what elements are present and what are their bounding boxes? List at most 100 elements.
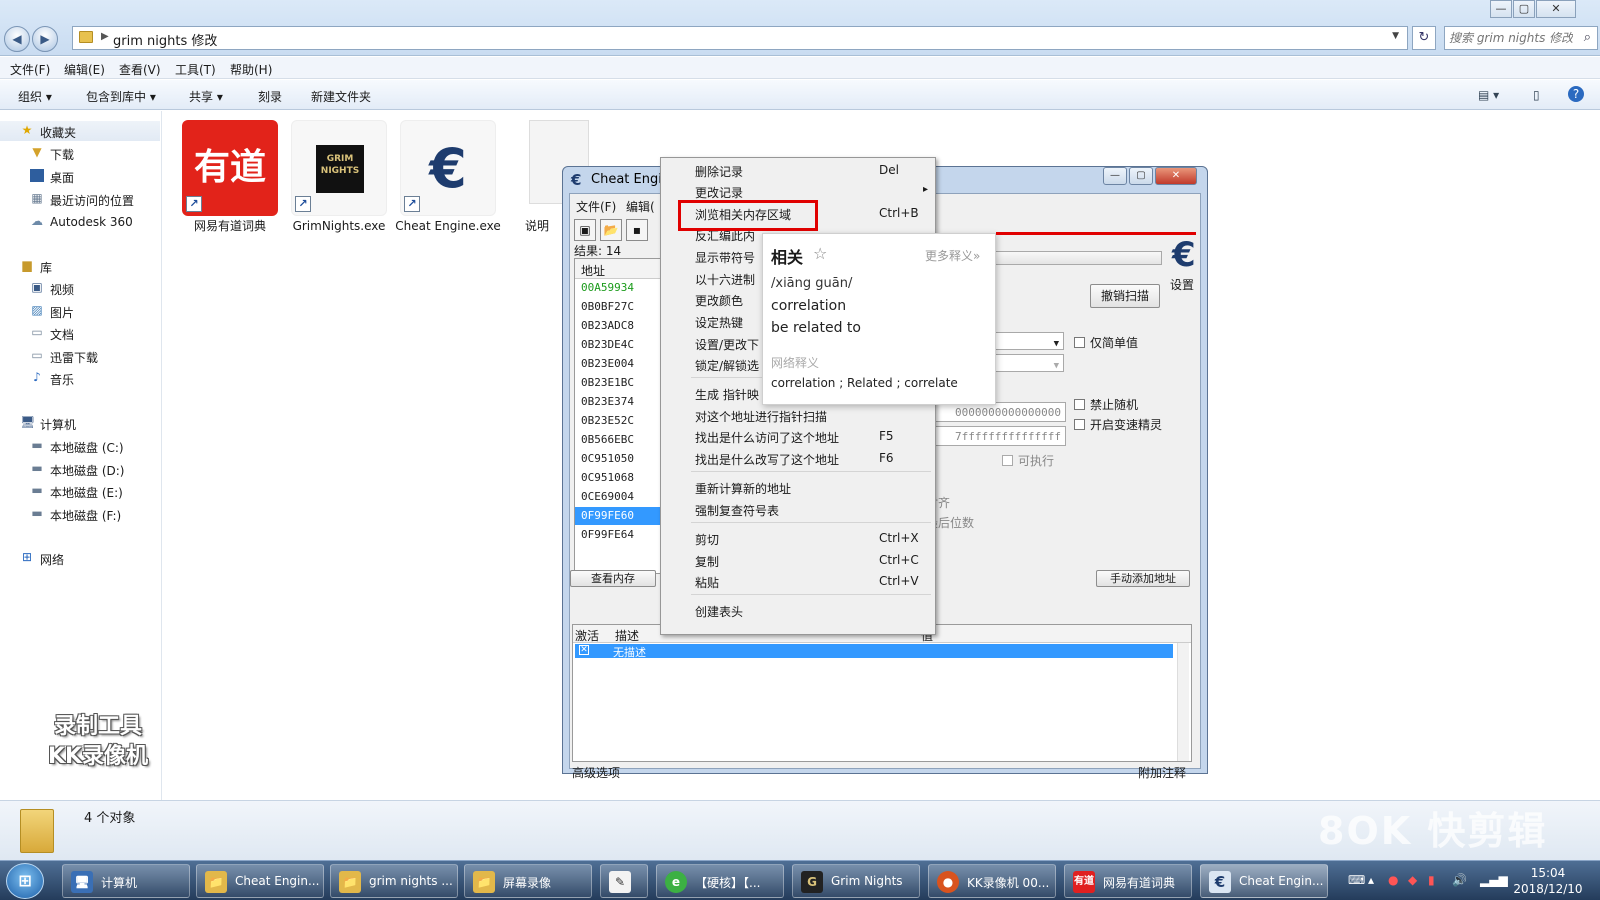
clock[interactable]: 15:04 2018/12/10 (1510, 865, 1586, 897)
close-button[interactable]: ✕ (1536, 0, 1576, 18)
menu-view[interactable]: 查看(V) (119, 61, 161, 78)
chevron-down-icon[interactable]: ▼ (1392, 31, 1399, 41)
menu-item-delete[interactable]: 删除记录 Del (661, 160, 935, 180)
taskbar-item-grim-nights[interactable]: G Grim Nights (792, 864, 920, 898)
table-comments-button[interactable]: 附加注释 (1138, 764, 1186, 781)
nav-item-drive-f[interactable]: ▬ 本地磁盘 (F:) (0, 504, 160, 524)
file-grimnights[interactable]: GRIM NIGHTS ↗ GrimNights.exe (291, 120, 387, 250)
keyboard-icon[interactable]: ⌨ (1348, 873, 1365, 887)
advanced-options-button[interactable]: 高级选项 (572, 764, 620, 781)
no-random-checkbox[interactable]: 禁止随机 (1074, 396, 1138, 413)
executable-checkbox[interactable]: 可执行 (1002, 452, 1054, 469)
new-folder-button[interactable]: 新建文件夹 (311, 88, 371, 105)
nav-item-desktop[interactable]: 桌面 (0, 166, 160, 186)
nav-item-drive-d[interactable]: ▬ 本地磁盘 (D:) (0, 459, 160, 479)
include-in-library-button[interactable]: 包含到库中 ▾ (86, 88, 156, 105)
network-signal-icon[interactable]: ▂▄▆ (1480, 873, 1508, 887)
taskbar-item-youdao[interactable]: 有道 网易有道词典 (1064, 864, 1192, 898)
process-select-button[interactable]: ▣ (574, 219, 596, 241)
menu-item-create-header[interactable]: 创建表头 (661, 600, 935, 620)
open-table-button[interactable]: 📂 (600, 219, 622, 241)
nav-item-downloads[interactable]: ▼ 下载 (0, 143, 160, 163)
menu-item-paste[interactable]: 粘贴 Ctrl+V (661, 571, 935, 591)
nav-item-drive-c[interactable]: ▬ 本地磁盘 (C:) (0, 436, 160, 456)
preview-pane-icon[interactable]: ▯ (1533, 88, 1540, 102)
nav-computer[interactable]: 🖥 计算机 (0, 413, 160, 433)
volume-icon[interactable]: 🔊 (1452, 873, 1467, 887)
address-row[interactable]: 0B23E004 (575, 355, 663, 373)
menu-edit[interactable]: 编辑(E) (64, 61, 105, 78)
taskbar-item-kk-recorder[interactable]: ● KK录像机 00... (928, 864, 1056, 898)
address-row[interactable]: 0B0BF27C (575, 298, 663, 316)
address-row-selected[interactable]: 0F99FE60 (575, 507, 663, 525)
checkbox-box[interactable] (1074, 419, 1085, 430)
checkbox-box[interactable] (1002, 455, 1013, 466)
value-type-select[interactable]: ▼ (990, 332, 1064, 350)
address-row[interactable]: 0C951068 (575, 469, 663, 487)
address-row[interactable]: 0B23ADC8 (575, 317, 663, 335)
nav-item-recent[interactable]: ▦ 最近访问的位置 (0, 189, 160, 209)
view-memory-button[interactable]: 查看内存 (570, 570, 656, 587)
more-definitions-link[interactable]: 更多释义» (925, 247, 980, 264)
start-address-field[interactable]: 0000000000000000 (930, 402, 1066, 422)
taskbar-item-notepad[interactable]: ✎ (600, 864, 648, 898)
breadcrumb-arrow-icon[interactable]: ▶ (101, 31, 109, 42)
menu-item-find-access[interactable]: 找出是什么访问了这个地址 F5 (661, 426, 935, 446)
maximize-button[interactable]: ▢ (1129, 167, 1153, 185)
address-list[interactable]: 地址 00A59934 0B0BF27C 0B23ADC8 0B23DE4C 0… (574, 258, 663, 574)
taskbar-item-ce-folder[interactable]: 📁 Cheat Engin... (196, 864, 324, 898)
address-row[interactable]: 00A59934 (575, 279, 663, 297)
only-simple-checkbox[interactable]: 仅简单值 (1074, 334, 1138, 351)
nav-item-music[interactable]: ♪ 音乐 (0, 368, 160, 388)
nav-item-xunlei[interactable]: ▭ 迅雷下载 (0, 346, 160, 366)
minimize-button[interactable]: — (1103, 167, 1127, 185)
table-row[interactable]: ✕ 无描述 (575, 644, 1173, 659)
save-table-button[interactable]: ▪ (626, 219, 648, 241)
settings-link[interactable]: 设置 (1170, 276, 1194, 293)
search-icon[interactable]: ⌕ (1584, 30, 1591, 45)
menu-item-pointer-scan[interactable]: 对这个地址进行指针扫描 (661, 405, 935, 425)
checkbox-box[interactable] (1074, 399, 1085, 410)
taskbar-item-screen-record[interactable]: 📁 屏幕录像 (464, 864, 592, 898)
search-input[interactable] (1449, 30, 1573, 46)
address-row[interactable]: 0B23E1BC (575, 374, 663, 392)
col-active[interactable]: 激活 (575, 627, 599, 644)
star-icon[interactable]: ☆ (813, 244, 827, 263)
burn-button[interactable]: 刻录 (258, 88, 282, 105)
cheat-table[interactable]: 激活 描述 值 ✕ 无描述 (572, 624, 1192, 762)
cheat-engine-logo-icon[interactable]: € (1172, 238, 1196, 272)
menu-item-recheck-symbols[interactable]: 强制复查符号表 (661, 499, 935, 519)
address-bar[interactable]: ▶ grim nights 修改 ▼ (72, 26, 1408, 50)
tray-expand-icon[interactable]: ▴ (1368, 873, 1374, 887)
ce-menu-edit[interactable]: 编辑( (626, 198, 655, 215)
file-cheat-engine[interactable]: € ↗ Cheat Engine.exe (395, 120, 501, 250)
col-description[interactable]: 描述 (615, 627, 639, 644)
menu-item-find-write[interactable]: 找出是什么改写了这个地址 F6 (661, 448, 935, 468)
menu-help[interactable]: 帮助(H) (230, 61, 272, 78)
speedhack-checkbox[interactable]: 开启变速精灵 (1074, 416, 1162, 433)
address-row[interactable]: 0F99FE64 (575, 526, 663, 544)
nav-item-pictures[interactable]: ▨ 图片 (0, 301, 160, 321)
organize-button[interactable]: 组织 ▾ (18, 88, 52, 105)
menu-file[interactable]: 文件(F) (10, 61, 50, 78)
close-button[interactable]: ✕ (1155, 167, 1197, 185)
menu-tools[interactable]: 工具(T) (175, 61, 216, 78)
ce-menu-file[interactable]: 文件(F) (576, 198, 616, 215)
file-youdao[interactable]: 有道 ↗ 网易有道词典 (182, 120, 278, 250)
nav-favorites[interactable]: ★ 收藏夹 (0, 121, 160, 141)
taskbar-item-computer[interactable]: 🖥 计算机 (62, 864, 190, 898)
address-row[interactable]: 0C951050 (575, 450, 663, 468)
menu-item-copy[interactable]: 复制 Ctrl+C (661, 550, 935, 570)
menu-item-cut[interactable]: 剪切 Ctrl+X (661, 528, 935, 548)
nav-item-videos[interactable]: ▣ 视频 (0, 278, 160, 298)
undo-scan-button[interactable]: 撤销扫描 (1090, 284, 1160, 308)
nav-libraries[interactable]: ▆ 库 (0, 256, 160, 276)
taskbar-item-grim-folder[interactable]: 📁 grim nights ... (330, 864, 458, 898)
stop-address-field[interactable]: 7fffffffffffffff (930, 426, 1066, 446)
search-box[interactable]: ⌕ (1444, 26, 1598, 50)
start-button[interactable]: ⊞ (6, 863, 44, 899)
active-checkbox[interactable]: ✕ (579, 645, 589, 655)
usb-icon[interactable]: ▮ (1428, 873, 1435, 887)
taskbar-item-cheat-engine[interactable]: € Cheat Engin... (1200, 864, 1328, 898)
security-icon[interactable]: ● (1388, 873, 1398, 887)
